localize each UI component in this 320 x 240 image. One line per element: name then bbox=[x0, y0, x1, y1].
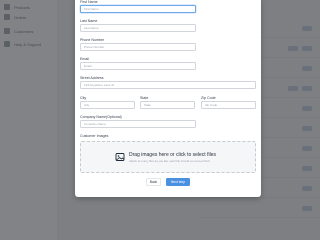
street-field[interactable]: 123 Anywhere Lane St bbox=[80, 81, 256, 89]
zip-field[interactable]: Zip Code bbox=[201, 101, 256, 109]
zip-label: Zip Code bbox=[201, 96, 216, 100]
company-label: Company Name(Optional) bbox=[80, 115, 122, 119]
last-name-label: Last Name bbox=[80, 19, 98, 23]
image-icon bbox=[115, 153, 125, 161]
company-field[interactable]: Company Name bbox=[80, 120, 196, 128]
email-label: Email bbox=[80, 57, 89, 61]
email-field[interactable]: Email bbox=[80, 62, 196, 70]
dropzone-subtitle: Attach as many files as you like, each f… bbox=[129, 159, 210, 163]
first-name-label: First Name bbox=[80, 0, 98, 4]
last-name-field[interactable]: Last Name bbox=[80, 24, 196, 32]
add-customer-modal: First Name First Name Last Name Last Nam… bbox=[75, 0, 261, 197]
state-label: State bbox=[140, 96, 149, 100]
phone-label: Phone Number bbox=[80, 38, 105, 42]
phone-field[interactable]: Phone Number bbox=[80, 43, 196, 51]
state-field[interactable]: State bbox=[140, 101, 195, 109]
next-step-button[interactable]: Next step bbox=[166, 178, 190, 186]
city-field[interactable]: City bbox=[80, 101, 135, 109]
city-label: City bbox=[80, 96, 87, 100]
street-label: Street Address bbox=[80, 76, 104, 80]
customer-images-label: Customer Images bbox=[80, 134, 109, 138]
back-button[interactable]: Back bbox=[146, 178, 161, 186]
first-name-field[interactable]: First Name bbox=[80, 5, 196, 13]
image-dropzone[interactable]: Drag images here or click to select file… bbox=[80, 141, 256, 173]
dropzone-title: Drag images here or click to select file… bbox=[129, 152, 216, 158]
